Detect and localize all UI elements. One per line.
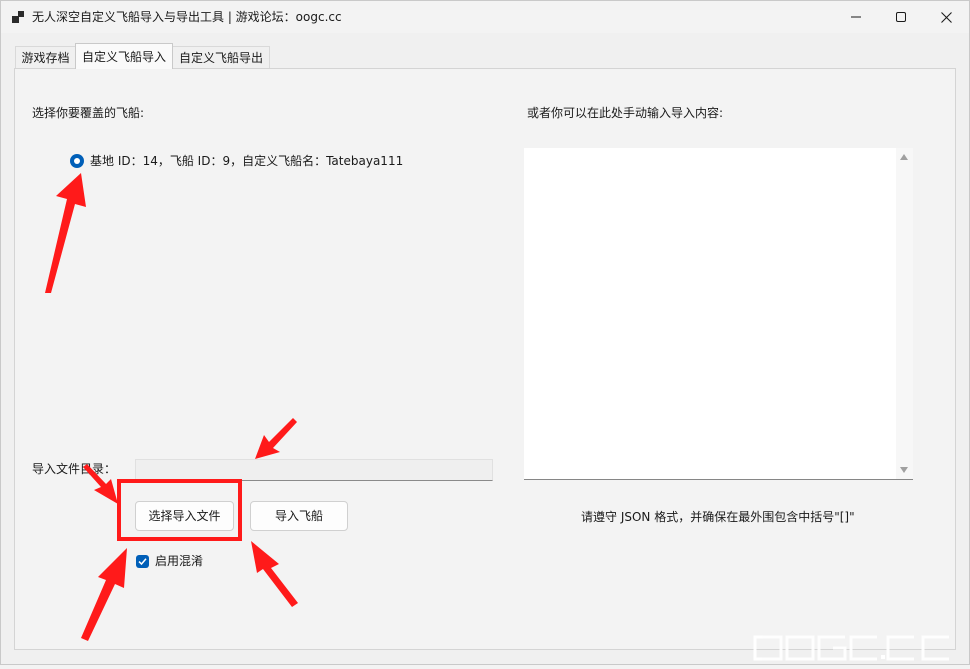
import-ship-button[interactable]: 导入飞船	[250, 501, 348, 531]
window-title: 无人深空自定义飞船导入与导出工具 | 游戏论坛：oogc.cc	[32, 10, 342, 24]
minimize-button[interactable]	[833, 1, 879, 33]
checkmark-icon	[138, 558, 147, 566]
watermark-logo	[749, 631, 969, 665]
json-format-hint: 请遵守 JSON 格式，并确保在最外围包含中括号"[]"	[581, 510, 855, 524]
title-bar: 无人深空自定义飞船导入与导出工具 | 游戏论坛：oogc.cc	[1, 1, 969, 33]
tab-save-games[interactable]: 游戏存档	[15, 46, 76, 68]
tab-custom-ship-export[interactable]: 自定义飞船导出	[172, 46, 270, 68]
textarea-scrollbar[interactable]	[896, 148, 913, 479]
obfuscate-checkbox[interactable]	[136, 555, 149, 568]
manual-input-textarea[interactable]	[524, 148, 913, 480]
ship-radio-button[interactable]	[70, 154, 84, 168]
obfuscate-label: 启用混淆	[155, 554, 204, 568]
maximize-button[interactable]	[878, 1, 924, 33]
tab-custom-ship-import[interactable]: 自定义飞船导入	[75, 43, 173, 69]
app-icon	[12, 11, 24, 23]
close-icon	[940, 11, 952, 23]
select-ship-label: 选择你要覆盖的飞船:	[32, 106, 145, 120]
ship-option-label[interactable]: 基地 ID：14，飞船 ID：9，自定义飞船名：Tatebaya111	[90, 153, 403, 169]
import-dir-label: 导入文件目录：	[32, 462, 117, 476]
manual-input-label: 或者你可以在此处手动输入导入内容:	[527, 106, 724, 120]
close-button[interactable]	[923, 1, 969, 33]
app-window: 无人深空自定义飞船导入与导出工具 | 游戏论坛：oogc.cc 游戏存档 自定义…	[0, 0, 970, 665]
scroll-up-arrow-icon[interactable]	[900, 154, 908, 160]
scroll-down-arrow-icon[interactable]	[900, 467, 908, 473]
maximize-icon	[896, 12, 906, 22]
minimize-icon	[851, 16, 861, 18]
import-dir-input[interactable]	[135, 459, 493, 481]
highlight-box	[117, 479, 242, 541]
